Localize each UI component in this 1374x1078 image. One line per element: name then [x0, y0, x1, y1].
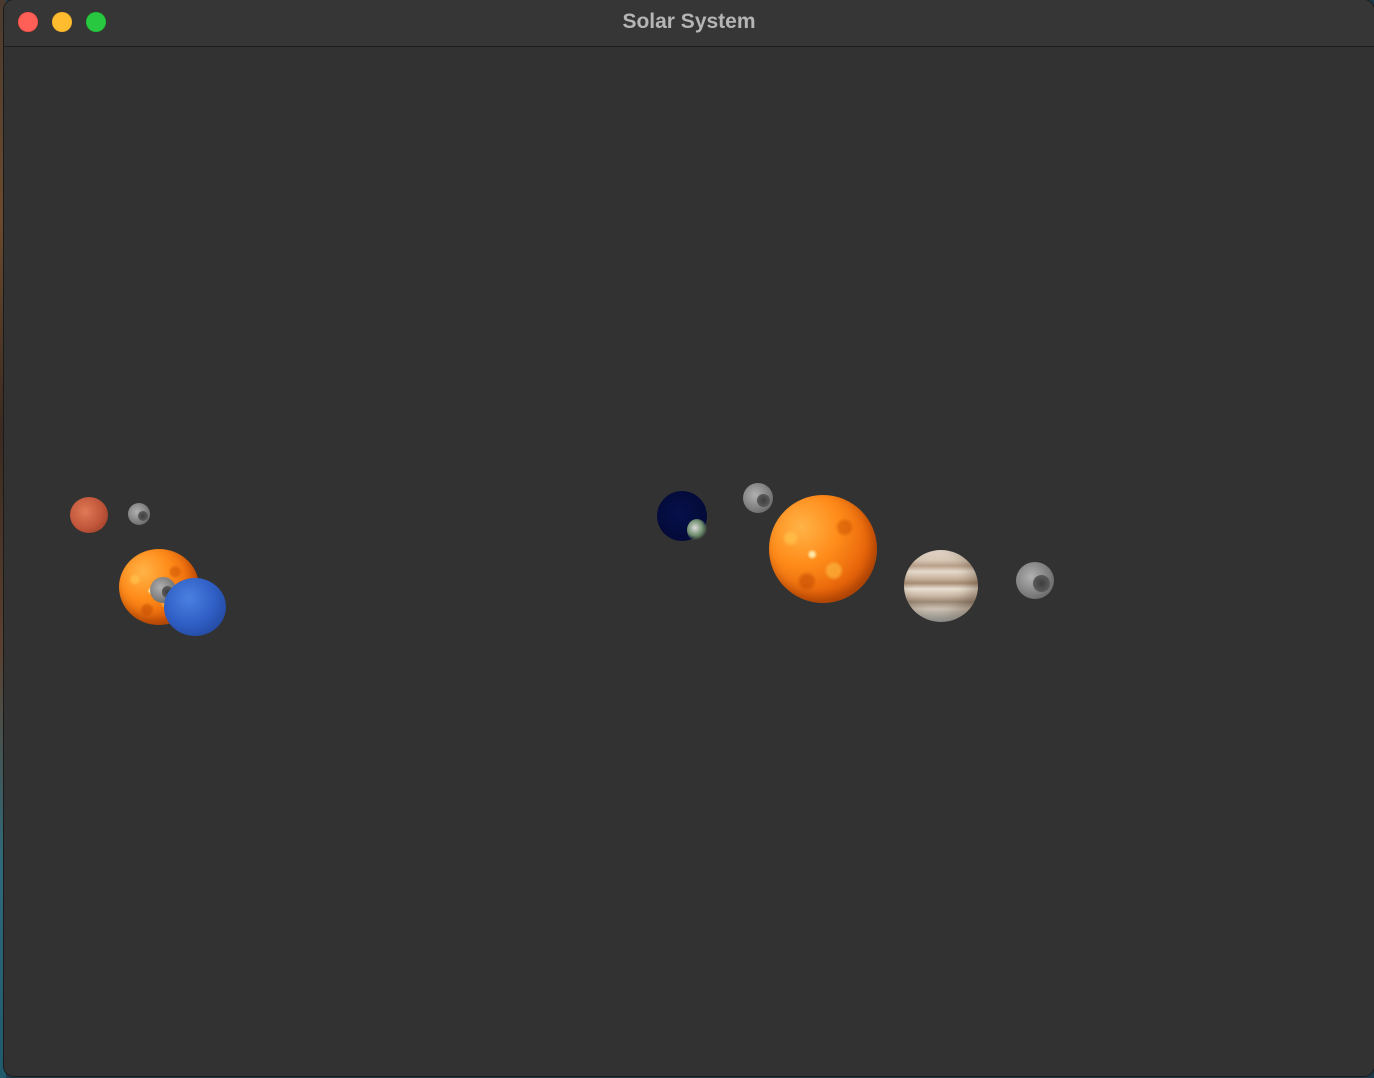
mars-planet	[70, 497, 108, 533]
neptune-planet	[164, 578, 226, 636]
moon	[128, 503, 150, 525]
moon	[743, 483, 773, 513]
app-window: Solar System	[4, 0, 1374, 1076]
title-bar[interactable]: Solar System	[4, 0, 1374, 47]
sun-star	[769, 495, 877, 603]
jupiter-planet	[904, 550, 978, 622]
window-title: Solar System	[622, 10, 756, 33]
scene-viewport[interactable]	[4, 47, 1374, 1076]
earth-planet	[657, 491, 707, 541]
moon	[1016, 562, 1054, 599]
